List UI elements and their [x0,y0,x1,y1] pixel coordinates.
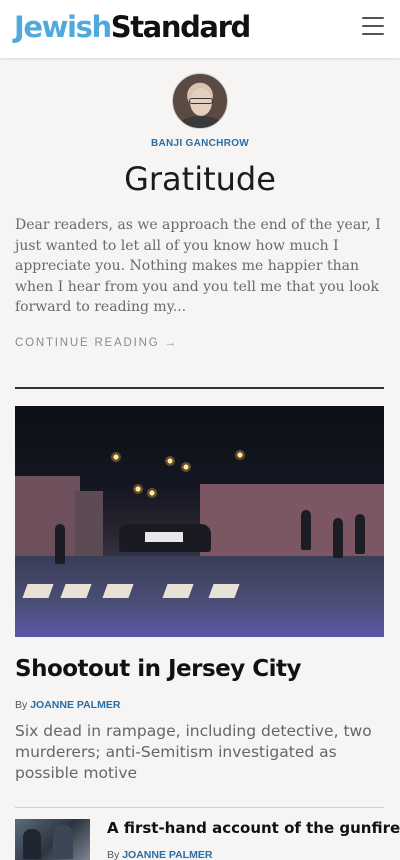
featured-author[interactable]: BANJI GANCHROW [0,138,400,149]
related-story-title[interactable]: A first-hand account of the gunfire [107,819,400,837]
story-byline: By JOANNE PALMER [15,699,120,711]
byline-prefix: By [107,849,120,860]
featured-excerpt: Dear readers, as we approach the end of … [15,217,381,315]
byline-author[interactable]: JOANNE PALMER [122,849,212,860]
story-hero-image[interactable] [15,406,384,637]
section-divider [15,387,384,389]
story-deck: Six dead in rampage, including detective… [15,722,372,782]
continue-reading-link[interactable]: CONTINUE READING → [15,337,178,349]
site-header: JewishStandard [0,0,400,58]
story-divider [15,807,384,808]
featured-title[interactable]: Gratitude [0,160,400,198]
site-logo[interactable]: JewishStandard [14,9,252,45]
hamburger-menu-icon[interactable] [362,17,384,37]
logo-part-standard: Standard [110,10,252,44]
byline-author[interactable]: JOANNE PALMER [30,699,120,711]
story-title[interactable]: Shootout in Jersey City [15,656,302,682]
author-avatar [172,73,228,129]
logo-part-jewish: Jewish [14,10,112,44]
related-story-byline: By JOANNE PALMER [107,849,212,860]
story-thumbnail[interactable] [15,819,90,860]
byline-prefix: By [15,699,28,711]
